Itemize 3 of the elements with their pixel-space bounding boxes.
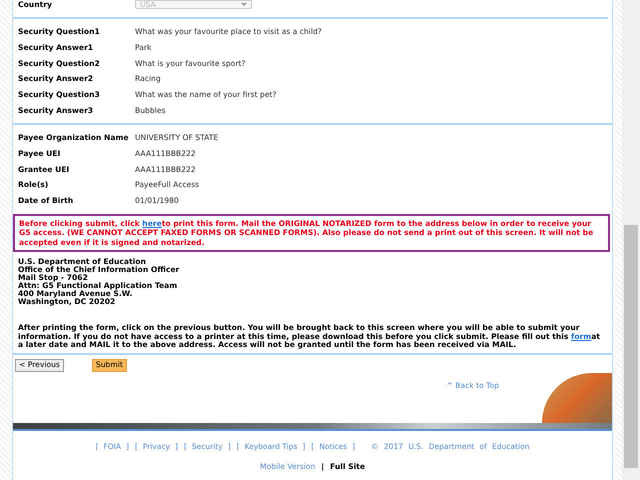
photo-placeholder: [542, 373, 612, 424]
scrollbar[interactable]: [622, 0, 640, 480]
caret-icon: [241, 3, 247, 6]
